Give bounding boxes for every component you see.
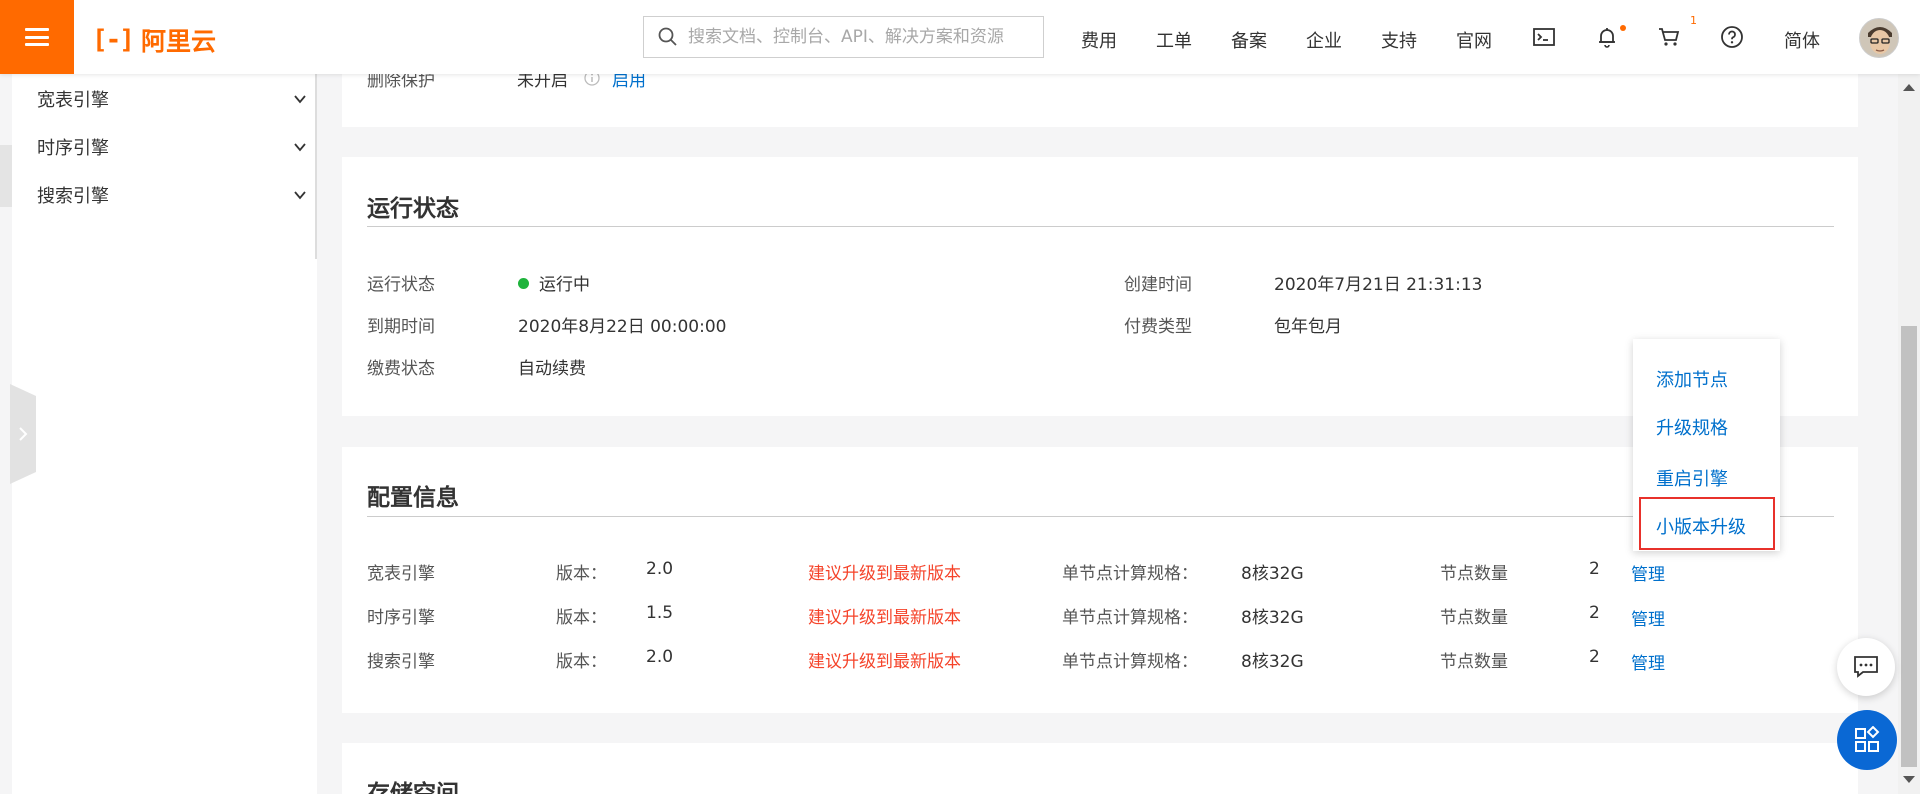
restart-engine-menu-item[interactable]: 重启引擎 (1656, 465, 1728, 491)
nav-support[interactable]: 支持 (1381, 27, 1417, 53)
version-value: 2.0 (646, 559, 674, 579)
top-bar: [-] 阿里云 费用 工单 备案 企业 支持 官网 1 简体 (0, 0, 1920, 74)
manage-wide-table-link[interactable]: 管理 (1631, 560, 1665, 585)
user-avatar[interactable] (1859, 18, 1899, 58)
upgrade-advice: 建议升级到最新版本 (808, 564, 961, 584)
quick-apps-button[interactable] (1837, 710, 1897, 770)
notification-dot (1620, 25, 1626, 31)
upgrade-spec-menu-item[interactable]: 升级规格 (1656, 414, 1728, 440)
created-time-label: 创建时间 (1124, 275, 1192, 295)
node-spec-value: 8核32G (1241, 564, 1304, 584)
engine-name: 时序引擎 (367, 608, 435, 628)
nav-tickets[interactable]: 工单 (1156, 27, 1192, 53)
bell-icon[interactable] (1595, 25, 1619, 49)
scrollbar-thumb[interactable] (1901, 326, 1917, 767)
nav-official-site[interactable]: 官网 (1456, 27, 1492, 53)
billing-type-label: 付费类型 (1124, 317, 1192, 337)
chevron-down-icon (294, 191, 306, 200)
version-value: 2.0 (646, 647, 674, 667)
node-spec-label: 单节点计算规格： (1062, 608, 1198, 628)
node-count-label: 节点数量 (1440, 608, 1508, 628)
help-icon[interactable] (1720, 25, 1744, 49)
manage-dropdown-menu: 添加节点 升级规格 重启引擎 小版本升级 (1633, 339, 1780, 551)
engine-name: 宽表引擎 (367, 564, 435, 584)
config-info-title: 配置信息 (367, 485, 459, 511)
upgrade-advice: 建议升级到最新版本 (808, 608, 961, 628)
config-info-card: 配置信息 宽表引擎 版本： 2.0 建议升级到最新版本 单节点计算规格： 8核3… (342, 447, 1858, 713)
global-search-box[interactable] (643, 16, 1044, 58)
aliyun-logo[interactable]: [-] 阿里云 (92, 22, 216, 58)
storage-card: 存储空间 (342, 743, 1858, 794)
section-divider (367, 516, 1834, 517)
search-icon (658, 27, 677, 46)
page-scrollbar[interactable] (1898, 74, 1920, 794)
sidebar-collapse-toggle[interactable] (10, 384, 36, 484)
node-count-value: 2 (1589, 559, 1600, 579)
terminal-icon[interactable] (1532, 25, 1556, 49)
hamburger-icon (25, 28, 49, 46)
billing-type-value: 包年包月 (1274, 317, 1342, 337)
engine-name: 搜索引擎 (367, 652, 435, 672)
language-switch[interactable]: 简体 (1784, 27, 1820, 53)
version-value: 1.5 (646, 603, 674, 623)
sidebar-item-timeseries-engine[interactable]: 时序引擎 (37, 134, 307, 160)
apps-grid-icon (1855, 726, 1880, 752)
sidebar-item-wide-table-engine[interactable]: 宽表引擎 (37, 86, 307, 112)
manage-timeseries-link[interactable]: 管理 (1631, 605, 1665, 630)
chat-bubble-icon (1854, 656, 1878, 678)
node-count-value: 2 (1589, 603, 1600, 623)
cart-icon[interactable] (1657, 25, 1681, 49)
aliyun-logo-text: 阿里云 (140, 27, 216, 56)
sidebar-edge-strip (0, 145, 12, 207)
run-status-title: 运行状态 (367, 196, 459, 222)
aliyun-logo-mark-icon: [-] (92, 25, 135, 55)
nav-icp-filing[interactable]: 备案 (1231, 27, 1267, 53)
payment-status-value: 自动续费 (518, 359, 586, 379)
node-spec-value: 8核32G (1241, 652, 1304, 672)
chevron-down-icon (294, 143, 306, 152)
upgrade-advice: 建议升级到最新版本 (808, 652, 961, 672)
version-label: 版本： (556, 608, 607, 628)
run-status-card: 运行状态 运行状态 运行中 到期时间 2020年8月22日 00:00:00 缴… (342, 157, 1858, 416)
sidebar-item-label: 时序引擎 (37, 138, 109, 159)
sidebar-item-label: 搜索引擎 (37, 186, 109, 207)
node-count-label: 节点数量 (1440, 652, 1508, 672)
version-label: 版本： (556, 652, 607, 672)
run-status-label: 运行状态 (367, 275, 435, 295)
created-time-value: 2020年7月21日 21:31:13 (1274, 275, 1483, 295)
sidebar-item-search-engine[interactable]: 搜索引擎 (37, 182, 307, 208)
node-spec-label: 单节点计算规格： (1062, 564, 1198, 584)
add-node-menu-item[interactable]: 添加节点 (1656, 366, 1728, 392)
scroll-down-arrow-icon[interactable] (1903, 776, 1915, 783)
chat-support-button[interactable] (1837, 638, 1895, 696)
node-count-value: 2 (1589, 647, 1600, 667)
nav-fees[interactable]: 费用 (1081, 27, 1117, 53)
chevron-down-icon (294, 95, 306, 104)
node-spec-value: 8核32G (1241, 608, 1304, 628)
nav-enterprise[interactable]: 企业 (1306, 27, 1342, 53)
expire-time-value: 2020年8月22日 00:00:00 (518, 317, 727, 337)
run-status-value: 运行中 (518, 270, 590, 295)
chevron-right-icon (19, 427, 28, 441)
version-label: 版本： (556, 564, 607, 584)
sidebar-scroll-divider (315, 74, 317, 259)
search-input[interactable] (688, 27, 1028, 47)
sidebar-item-label: 宽表引擎 (37, 90, 109, 111)
storage-title: 存储空间 (367, 781, 459, 794)
cart-count-badge: 1 (1690, 14, 1697, 27)
hamburger-menu-button[interactable] (0, 0, 74, 74)
expire-time-label: 到期时间 (367, 317, 435, 337)
payment-status-label: 缴费状态 (367, 359, 435, 379)
scroll-up-arrow-icon[interactable] (1903, 84, 1915, 91)
section-divider (367, 226, 1834, 227)
node-count-label: 节点数量 (1440, 564, 1508, 584)
manage-search-link[interactable]: 管理 (1631, 649, 1665, 674)
node-spec-label: 单节点计算规格： (1062, 652, 1198, 672)
minor-version-upgrade-menu-item[interactable]: 小版本升级 (1656, 513, 1746, 539)
avatar-face-icon (1860, 19, 1898, 57)
status-running-dot (518, 278, 529, 289)
